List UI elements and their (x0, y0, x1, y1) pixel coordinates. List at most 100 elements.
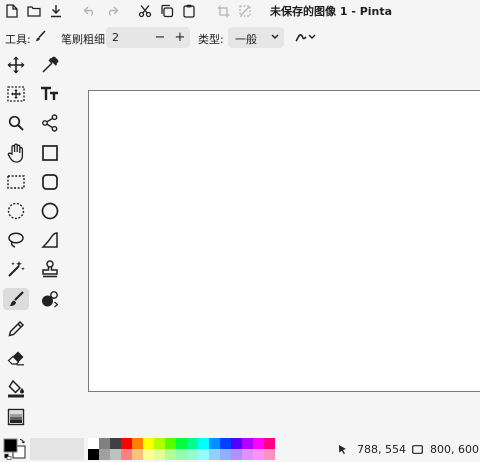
chevron-down-icon (271, 34, 279, 40)
palette-swatch[interactable] (264, 438, 275, 449)
palette-swatch[interactable] (231, 449, 242, 460)
crop-button[interactable] (215, 3, 231, 19)
palette-swatch[interactable] (231, 438, 242, 449)
tool-lasso-select[interactable] (3, 229, 29, 251)
palette-swatch[interactable] (242, 438, 253, 449)
palette-swatch[interactable] (121, 449, 132, 460)
palette-swatch[interactable] (110, 438, 121, 449)
deselect-button[interactable] (237, 3, 253, 19)
palette-swatch[interactable] (99, 438, 110, 449)
tool-zoom[interactable] (3, 112, 29, 134)
palette-swatch[interactable] (242, 449, 253, 460)
header-bar: 未保存的图像 1 - Pinta (0, 0, 480, 22)
tool-rounded-rectangle[interactable] (37, 171, 63, 193)
tool-color-picker[interactable] (37, 54, 63, 76)
paint-bucket-icon (8, 379, 24, 398)
palette-swatch[interactable] (143, 438, 154, 449)
image-canvas[interactable] (88, 90, 480, 392)
folder-icon (27, 6, 41, 17)
palette-swatch[interactable] (154, 438, 165, 449)
tool-freeform-shape[interactable] (37, 229, 63, 251)
palette-swatch[interactable] (88, 449, 99, 460)
line-curve-icon (42, 114, 58, 132)
palette-swatch[interactable] (187, 449, 198, 460)
paste-button[interactable] (181, 3, 197, 19)
palette-swatch[interactable] (165, 438, 176, 449)
palette-swatch[interactable] (253, 449, 264, 460)
new-image-button[interactable] (4, 3, 20, 19)
magic-wand-icon (8, 261, 25, 277)
cursor-position-text: 788, 554 (357, 443, 406, 456)
tool-rectangle[interactable] (37, 142, 63, 164)
palette-swatch[interactable] (154, 449, 165, 460)
move-selection-icon (7, 86, 25, 102)
palette-swatch[interactable] (264, 449, 275, 460)
palette-swatch[interactable] (99, 449, 110, 460)
palette-swatch[interactable] (132, 449, 143, 460)
tool-ellipse-select[interactable] (3, 200, 29, 222)
primary-secondary-colors[interactable] (3, 438, 27, 460)
type-value: 一般 (235, 33, 257, 46)
increase-button[interactable]: + (170, 27, 190, 48)
tool-gradient[interactable] (3, 406, 29, 428)
type-dropdown[interactable]: 一般 (228, 27, 284, 48)
palette-swatch[interactable] (209, 449, 220, 460)
tool-eraser[interactable] (3, 347, 29, 369)
download-icon (51, 5, 61, 18)
tool-pencil[interactable] (3, 318, 29, 340)
tool-recolor[interactable] (37, 288, 63, 310)
palette-swatch[interactable] (253, 438, 264, 449)
palette-swatch[interactable] (110, 449, 121, 460)
tool-paint-bucket[interactable] (3, 377, 29, 399)
stamp-icon (42, 260, 58, 278)
antialiasing-icon (295, 31, 307, 43)
palette-swatch[interactable] (88, 438, 99, 449)
open-button[interactable] (26, 3, 42, 19)
cut-button[interactable] (137, 3, 153, 19)
save-button[interactable] (48, 3, 64, 19)
recolor-icon (42, 291, 59, 308)
tool-line-curve[interactable] (37, 112, 63, 134)
copy-icon (161, 4, 174, 18)
palette-swatch[interactable] (176, 449, 187, 460)
palette-swatch[interactable] (220, 438, 231, 449)
redo-button[interactable] (104, 3, 120, 19)
brush-width-input[interactable]: 2 (112, 31, 119, 44)
tool-move-selection[interactable] (3, 83, 29, 105)
tool-move-selected[interactable] (3, 54, 29, 76)
palette-swatch[interactable] (209, 438, 220, 449)
tool-label: 工具: (5, 33, 31, 46)
tool-ellipse[interactable] (37, 200, 63, 222)
undo-icon (83, 6, 94, 16)
copy-button[interactable] (159, 3, 175, 19)
tool-rectangle-select[interactable] (3, 171, 29, 193)
color-palette (88, 438, 275, 460)
palette-swatch[interactable] (220, 449, 231, 460)
undo-button[interactable] (82, 3, 98, 19)
tool-paintbrush[interactable] (3, 288, 29, 310)
palette-swatch[interactable] (176, 438, 187, 449)
palette-swatch[interactable] (165, 449, 176, 460)
eyedropper-icon (42, 56, 59, 73)
palette-swatch[interactable] (132, 438, 143, 449)
decrease-button[interactable]: − (150, 27, 170, 48)
palette-swatch[interactable] (187, 438, 198, 449)
recent-colors[interactable] (30, 438, 84, 460)
scissors-icon (138, 5, 152, 18)
palette-swatch[interactable] (143, 449, 154, 460)
new-file-icon (6, 4, 18, 18)
antialiasing-dropdown[interactable] (293, 28, 319, 46)
tool-text[interactable] (37, 83, 63, 105)
tool-clone-stamp[interactable] (37, 258, 63, 280)
tool-pan[interactable] (3, 142, 29, 164)
cursor-icon (338, 444, 348, 455)
tool-magic-wand[interactable] (3, 258, 29, 280)
ellipse-icon (41, 202, 59, 220)
text-icon (41, 86, 58, 100)
paintbrush-icon (35, 30, 46, 42)
palette-swatch[interactable] (198, 438, 209, 449)
rectangle-icon (42, 145, 58, 161)
palette-swatch[interactable] (198, 449, 209, 460)
lasso-icon (8, 232, 24, 248)
palette-swatch[interactable] (121, 438, 132, 449)
